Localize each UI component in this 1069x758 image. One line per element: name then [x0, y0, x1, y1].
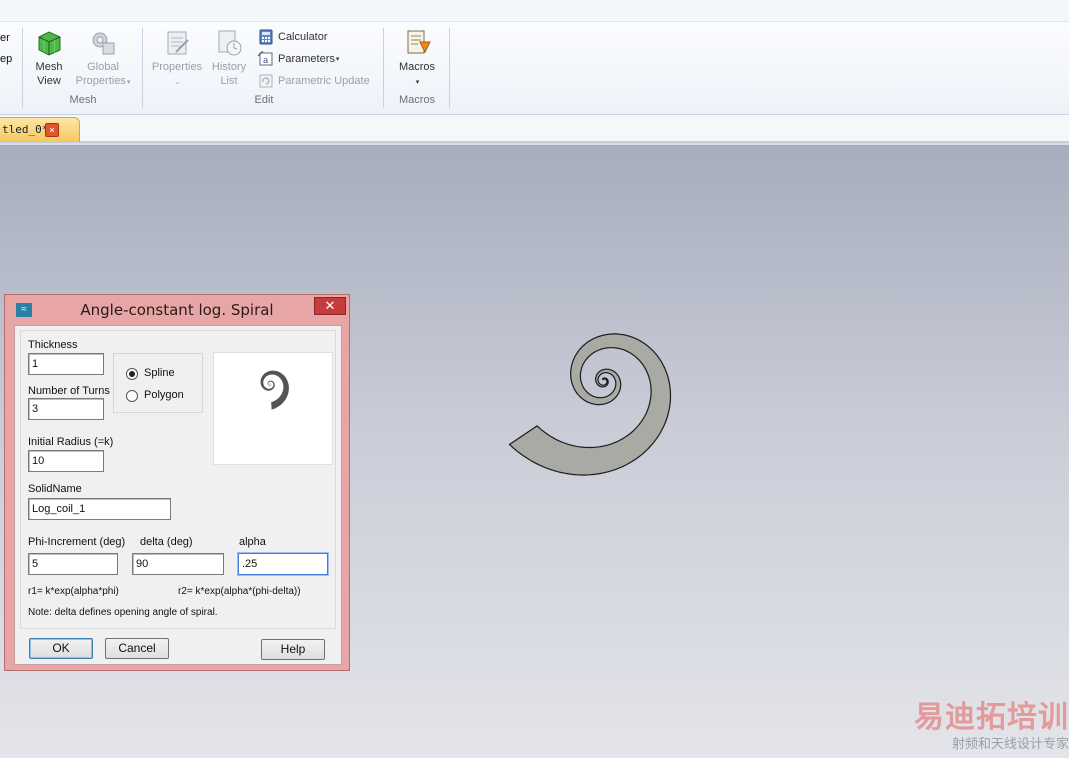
- mesh-view-label-1: Mesh: [35, 61, 63, 73]
- log-spiral-shape: [508, 333, 672, 476]
- dialog-close-button[interactable]: ✕: [314, 297, 346, 315]
- global-properties-label-2: Properties: [75, 75, 126, 87]
- macros-button[interactable]: Macros ▾: [392, 28, 442, 90]
- ribbon-separator: [142, 28, 143, 108]
- phi-increment-label: Phi-Increment (deg): [28, 536, 126, 548]
- spiral-preview-image: [213, 352, 333, 465]
- ribbon-tab-row: [0, 0, 1069, 22]
- ribbon-separator: [383, 28, 384, 108]
- calculator-icon: [259, 29, 273, 45]
- dropdown-arrow-icon: ⌄: [174, 79, 181, 86]
- thickness-label: Thickness: [28, 339, 78, 351]
- parameters-button[interactable]: a Parameters ▾: [258, 50, 339, 68]
- formula-r1: r1= k*exp(alpha*phi): [28, 586, 119, 597]
- polygon-label: Polygon: [144, 389, 184, 401]
- dialog-titlebar[interactable]: ≈ Angle-constant log. Spiral ✕: [5, 295, 349, 323]
- watermark: 易迪拓培训 射频和天线设计专家: [912, 700, 1069, 754]
- mesh-view-button[interactable]: Mesh View: [28, 28, 70, 88]
- dropdown-arrow-icon: ▾: [415, 79, 420, 86]
- mesh-cube-icon: [38, 31, 61, 56]
- macros-button-label: Macros: [398, 61, 436, 73]
- help-button[interactable]: Help: [261, 639, 325, 660]
- watermark-brand: 易迪拓培训: [914, 700, 1069, 735]
- parameters-frame: Thickness 1 Number of Turns 3 Initial Ra…: [20, 330, 336, 629]
- delta-label: delta (deg): [140, 536, 193, 548]
- dropdown-arrow-icon: ▾: [126, 79, 131, 86]
- dialog-title: Angle-constant log. Spiral: [80, 301, 274, 319]
- global-properties-button[interactable]: Global Properties▾: [72, 28, 134, 90]
- turns-label: Number of Turns: [28, 385, 110, 397]
- initial-radius-field[interactable]: 10: [28, 450, 104, 472]
- alpha-field[interactable]: .25: [238, 553, 328, 575]
- turns-field[interactable]: 3: [28, 398, 104, 420]
- dialog-body: Thickness 1 Number of Turns 3 Initial Ra…: [14, 325, 342, 665]
- dropdown-arrow-icon: ▾: [335, 56, 340, 63]
- delta-field[interactable]: 90: [132, 553, 224, 575]
- polygon-radio[interactable]: [126, 390, 138, 402]
- cancel-button[interactable]: Cancel: [105, 638, 169, 659]
- tab-close-icon[interactable]: ×: [45, 123, 59, 137]
- preview-spiral-shape: [260, 370, 289, 410]
- svg-text:a: a: [263, 56, 269, 66]
- alpha-label: alpha: [239, 536, 266, 548]
- document-tab-label: tled_0*: [2, 123, 49, 136]
- history-label-2: List: [220, 75, 238, 87]
- calculator-button[interactable]: Calculator: [258, 28, 328, 46]
- history-list-button[interactable]: History List: [208, 28, 250, 88]
- parametric-update-icon: [259, 74, 273, 88]
- initial-radius-label: Initial Radius (=k): [28, 436, 114, 448]
- spline-radio[interactable]: [126, 368, 138, 380]
- ok-button[interactable]: OK: [29, 638, 93, 659]
- macros-scroll-icon: [407, 30, 431, 54]
- parameters-icon: a: [258, 51, 273, 66]
- parameters-label: Parameters: [278, 53, 335, 65]
- delta-note: Note: delta defines opening angle of spi…: [28, 607, 218, 618]
- properties-label: Properties: [151, 61, 203, 73]
- history-label-1: History: [211, 61, 247, 73]
- macros-group-label: Macros: [398, 94, 436, 106]
- spiral-dialog: ≈ Angle-constant log. Spiral ✕ Thickness…: [4, 294, 350, 671]
- edit-group-label: Edit: [254, 94, 274, 106]
- ribbon: er ep Mesh View Global Properties▾ Mesh: [0, 22, 1069, 115]
- clipped-button-label-2: ep: [0, 53, 13, 65]
- mesh-group-label: Mesh: [69, 94, 97, 106]
- solidname-label: SolidName: [28, 483, 82, 495]
- solidname-field[interactable]: Log_coil_1: [28, 498, 171, 520]
- ribbon-separator: [22, 28, 23, 108]
- document-tab[interactable]: tled_0* ×: [0, 117, 80, 142]
- document-tab-strip: [0, 115, 1069, 143]
- curve-type-group: Spline Polygon: [113, 353, 203, 413]
- properties-sheet-icon: [167, 31, 189, 55]
- mesh-view-label-2: View: [37, 75, 61, 87]
- gear-cube-icon: [92, 32, 115, 55]
- history-clock-icon: [218, 30, 242, 56]
- parametric-update-label: Parametric Update: [278, 75, 370, 87]
- global-properties-label-1: Global: [87, 61, 119, 73]
- watermark-tagline: 射频和天线设计专家: [951, 737, 1069, 752]
- clipped-button-label-1: er: [0, 32, 10, 44]
- phi-increment-field[interactable]: 5: [28, 553, 118, 575]
- formula-r2: r2= k*exp(alpha*(phi-delta)): [178, 586, 301, 597]
- thickness-field[interactable]: 1: [28, 353, 104, 375]
- spline-label: Spline: [144, 367, 175, 379]
- ribbon-separator: [449, 28, 450, 108]
- parametric-update-button[interactable]: Parametric Update: [258, 72, 370, 90]
- calculator-label: Calculator: [278, 31, 328, 43]
- properties-button[interactable]: Properties ⌄: [148, 28, 206, 90]
